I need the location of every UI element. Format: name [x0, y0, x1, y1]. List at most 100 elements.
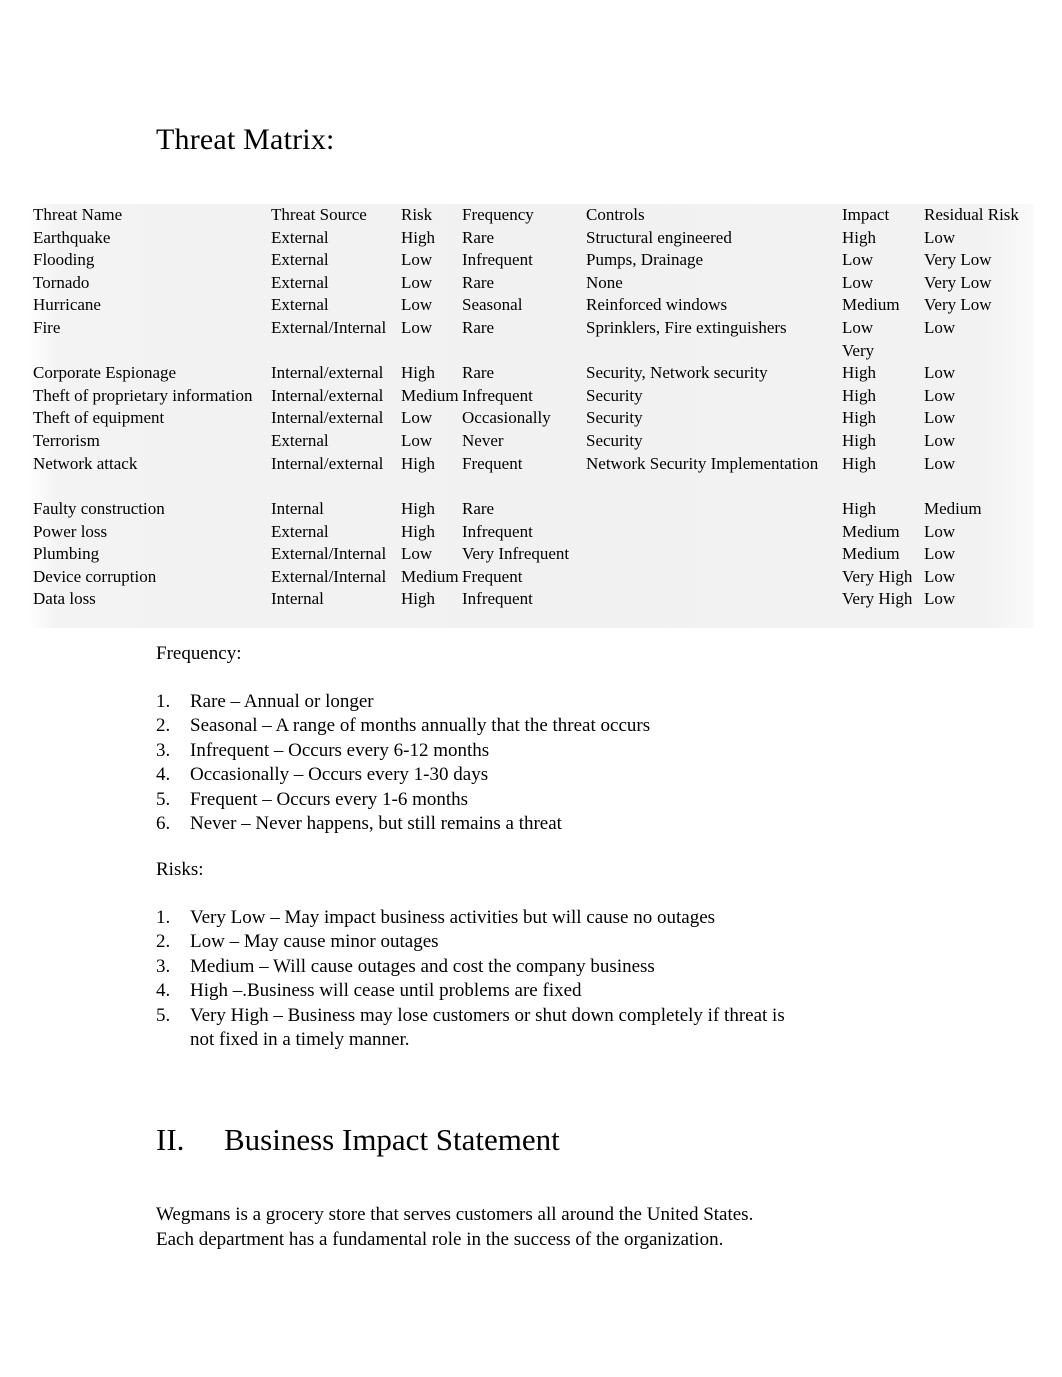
paragraph-line-1: Wegmans is a grocery store that serves c… — [156, 1204, 754, 1225]
cell-risk: Low — [401, 272, 433, 292]
cell-threat-source: External — [271, 250, 329, 270]
cell-impact: Very High — [842, 589, 913, 609]
cell-risk: Low — [401, 431, 433, 450]
header-risk: Risk — [401, 205, 433, 224]
cell-residual-risk: Low — [924, 431, 956, 450]
cell-impact: High — [842, 385, 876, 405]
table-row: Network attack Internal/external High Frequ… — [28, 453, 1038, 476]
table-row: Flooding External Low Infrequent Pumps, Drai… — [28, 249, 1038, 272]
cell-frequency: Rare — [462, 318, 495, 337]
cell-impact: High — [842, 227, 876, 247]
cell-impact-wrap: Very — [842, 340, 875, 360]
cell-threat-name: Theft of equipment — [33, 408, 165, 428]
cell-frequency: Infrequent — [462, 521, 533, 541]
list-item-number: 4. — [156, 980, 171, 1002]
frequency-list-item: 5. Frequent – Occurs every 1-6 months — [156, 788, 650, 812]
list-item-number: 1. — [156, 907, 171, 928]
cell-threat-name: Data loss — [33, 589, 96, 609]
list-item-text: Occasionally – Occurs every 1-30 days — [190, 764, 489, 786]
cell-threat-source: External/Internal — [271, 566, 387, 586]
section-two-heading: II. Business Impact Statement — [156, 1120, 560, 1160]
cell-frequency: Rare — [462, 227, 495, 247]
risks-list-item: 5. Very High – Business may lose customer… — [156, 1004, 785, 1053]
cell-threat-name: Corporate Espionage — [33, 363, 177, 383]
cell-risk: Low — [401, 250, 433, 270]
cell-impact: Medium — [842, 544, 900, 564]
cell-threat-name: Earthquake — [33, 227, 111, 247]
cell-threat-source: External — [271, 431, 329, 450]
cell-controls: None — [586, 272, 623, 292]
cell-residual-risk: Low — [924, 566, 956, 586]
list-item-text: Very Low – May impact business activitie… — [190, 907, 716, 928]
list-item-text: Never – Never happens, but still remains… — [190, 813, 562, 835]
cell-frequency: Rare — [462, 499, 495, 518]
header-threat-source: Threat Source — [271, 205, 367, 224]
paragraph-line-2: Each department has a fundamental role i… — [156, 1229, 724, 1250]
cell-risk: High — [401, 363, 435, 383]
list-item-text: Rare – Annual or longer — [190, 691, 374, 712]
frequency-list: 1. Rare – Annual or longer 2. Seasonal – A … — [156, 690, 650, 836]
cell-frequency: Very Infrequent — [462, 544, 570, 564]
cell-risk: Low — [401, 295, 433, 315]
list-item-number: 2. — [156, 931, 171, 953]
table-row: Fire External/Internal Low Rare Sprinklers, … — [28, 317, 1038, 340]
table-row: Terrorism External Low Never Security High Low — [28, 430, 1038, 453]
cell-threat-source: Internal/external — [271, 408, 384, 428]
cell-controls: Security — [586, 385, 643, 405]
risks-list-item: 2. Low – May cause minor outages — [156, 930, 785, 954]
cell-residual-risk: Low — [924, 363, 956, 383]
list-item-text: Frequent – Occurs every 1-6 months — [190, 788, 469, 810]
cell-risk: Medium — [401, 385, 459, 405]
cell-controls: Pumps, Drainage — [586, 250, 704, 270]
list-item-number: 3. — [156, 955, 171, 977]
cell-threat-name: Tornado — [33, 272, 90, 292]
cell-impact: High — [842, 431, 876, 450]
list-item-number: 6. — [156, 813, 171, 835]
page-title: Threat Matrix: — [156, 123, 335, 156]
cell-residual-risk: Low — [924, 227, 956, 247]
document-page: Threat Matrix: Threat Name Threat Source R… — [0, 0, 1062, 1377]
cell-frequency: Never — [462, 431, 504, 450]
list-item-text: Medium – Will cause outages and cost the… — [190, 955, 655, 977]
list-item-number: 1. — [156, 691, 171, 712]
list-item-text: Low – May cause minor outages — [190, 931, 439, 953]
cell-threat-source: Internal — [271, 499, 324, 518]
list-item-text-continued: not fixed in a timely manner. — [190, 1029, 410, 1051]
cell-impact: Low — [842, 318, 874, 337]
risks-list-item: 1. Very Low – May impact business activit… — [156, 906, 785, 930]
cell-risk: High — [401, 227, 435, 247]
risks-list-item: 4. High –.Business will cease until probl… — [156, 979, 785, 1003]
table-row: Faulty construction Internal High Rare High M… — [28, 498, 1038, 521]
cell-residual-risk: Very Low — [924, 272, 992, 292]
cell-threat-name: Device corruption — [33, 566, 157, 586]
risks-heading: Risks: — [156, 859, 204, 880]
cell-impact: High — [842, 499, 876, 518]
cell-threat-source: External/Internal — [271, 318, 387, 337]
frequency-list-item: 2. Seasonal – A range of months annually … — [156, 714, 650, 738]
list-item-number: 3. — [156, 739, 171, 761]
cell-threat-source: External — [271, 272, 329, 292]
cell-threat-name: Power loss — [33, 521, 108, 541]
table-row: Corporate Espionage Internal/external High… — [28, 362, 1038, 385]
cell-frequency: Frequent — [462, 566, 523, 586]
header-threat-name: Threat Name — [33, 205, 123, 224]
cell-threat-name: Theft of proprietary information — [33, 385, 253, 405]
cell-impact: Medium — [842, 521, 900, 541]
cell-controls: Security — [586, 408, 643, 428]
list-item-text: Very High – Business may lose customers … — [190, 1004, 785, 1026]
cell-frequency: Seasonal — [462, 295, 523, 315]
cell-residual-risk: Low — [924, 544, 956, 564]
cell-threat-source: External — [271, 227, 329, 247]
cell-threat-source: External — [271, 521, 329, 541]
table-row: Device corruption External/Internal Medium… — [28, 566, 1038, 589]
cell-frequency: Rare — [462, 272, 495, 292]
cell-risk: High — [401, 589, 435, 609]
cell-risk: High — [401, 499, 435, 518]
cell-impact: High — [842, 363, 876, 383]
section-two-number: II. — [156, 1122, 185, 1157]
frequency-list-item: 3. Infrequent – Occurs every 6-12 months — [156, 739, 650, 763]
cell-threat-source: Internal/external — [271, 453, 384, 473]
cell-residual-risk: Low — [924, 385, 956, 405]
cell-threat-name: Flooding — [33, 250, 95, 270]
cell-threat-source: Internal — [271, 589, 324, 609]
